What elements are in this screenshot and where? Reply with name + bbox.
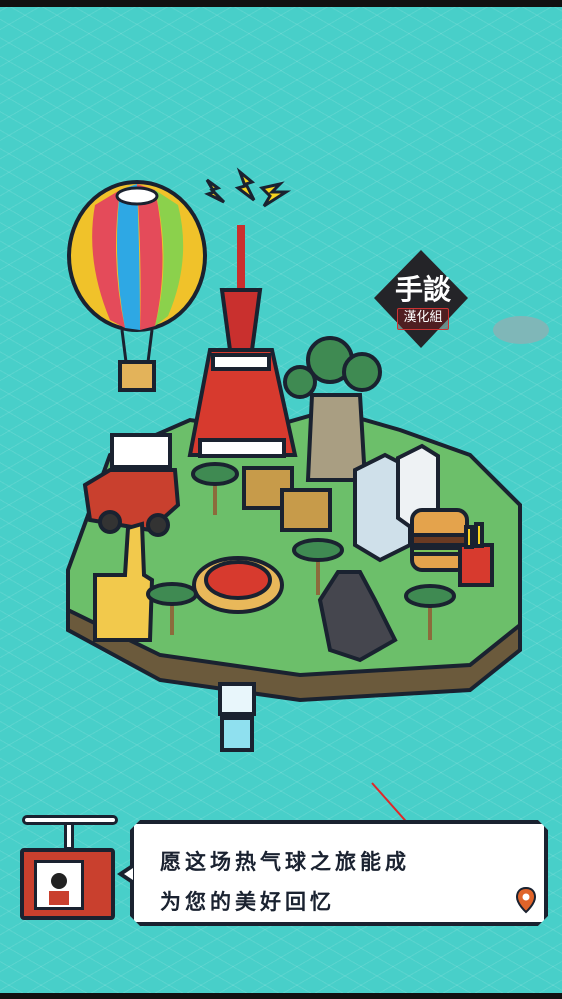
pizza-icon: [192, 556, 284, 614]
dialog-line-2: 为您的美好回忆: [160, 890, 335, 914]
host-avatar: [49, 873, 69, 905]
jeep-icon: [82, 433, 181, 537]
dialog-line-1: 愿这场热气球之旅能成: [160, 850, 410, 874]
tv-host-icon: [20, 848, 115, 920]
lightning-icon: [204, 167, 292, 208]
tv-screen: [34, 860, 84, 910]
bottom-bar: [0, 993, 562, 999]
propeller-hub: [64, 822, 74, 850]
floating-cube-icon: [218, 682, 256, 752]
watermark-subtitle: 漢化組: [397, 308, 449, 330]
watermark-title: 手談: [394, 273, 451, 306]
location-pin-icon[interactable]: [515, 886, 537, 914]
hot-air-balloon-icon: [67, 180, 207, 392]
speech-bubble-tail-inner: [124, 868, 133, 880]
cloud-shadow: [493, 316, 549, 344]
